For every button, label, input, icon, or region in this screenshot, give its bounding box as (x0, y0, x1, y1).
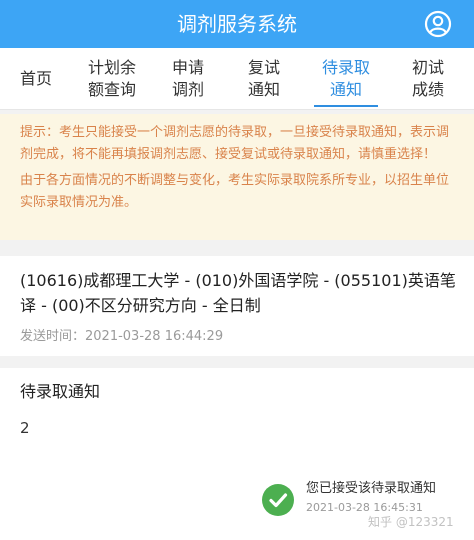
tab-label: 调剂 (171, 80, 204, 99)
tab-label: 通知 (247, 80, 280, 99)
nav-tabs: 首页 计划余 额查询 申请 调剂 复试 通知 待录取 通知 初试 成绩 (0, 48, 474, 110)
tab-label: 成绩 (411, 80, 444, 99)
tab-label: 通知 (329, 80, 362, 99)
tab-home[interactable]: 首页 (0, 48, 72, 110)
tab-apply-adjustment[interactable]: 申请 调剂 (152, 48, 224, 110)
check-circle-icon (262, 484, 294, 516)
notice-text: 由于各方面情况的不断调整与变化，考生实际录取院系所专业，以招生单位实际录取情况为… (20, 173, 450, 210)
message-card[interactable]: (10616)成都理工大学 - (010)外国语学院 - (055101)英语笔… (0, 256, 474, 356)
message-sent-time: 发送时间：2021-03-28 16:44:29 (20, 328, 458, 346)
tab-label: 初试 (411, 58, 444, 77)
tab-label: 首页 (19, 69, 52, 88)
app-header: 调剂服务系统 (0, 0, 474, 48)
tab-label: 额查询 (87, 80, 136, 99)
tab-initial-exam-scores[interactable]: 初试 成绩 (392, 48, 464, 110)
user-circle-icon[interactable] (424, 10, 452, 38)
tab-pending-admission-notice[interactable]: 待录取 通知 (310, 48, 382, 110)
tab-label: 申请 (171, 58, 204, 77)
tab-plan-remaining-query[interactable]: 计划余 额查询 (76, 48, 148, 110)
notice-panel: 提示：考生只能接受一个调剂志愿的待录取，一旦接受待录取通知，表示调剂完成，将不能… (0, 114, 474, 240)
tab-retest-notice[interactable]: 复试 通知 (228, 48, 300, 110)
detail-value: 2 (20, 419, 30, 437)
watermark: 知乎 @123321 (368, 515, 454, 529)
message-subject: (10616)成都理工大学 - (010)外国语学院 - (055101)英语笔… (20, 271, 456, 315)
sent-time-label: 发送时间： (20, 329, 86, 344)
sent-time-value: 2021-03-28 16:44:29 (85, 329, 224, 344)
app-title: 调剂服务系统 (177, 12, 297, 36)
tab-label: 复试 (247, 58, 280, 77)
notice-text: 提示：考生只能接受一个调剂志愿的待录取，一旦接受待录取通知，表示调剂完成，将不能… (20, 125, 450, 162)
tab-label: 计划余 (87, 58, 136, 77)
detail-title: 待录取通知 (20, 382, 101, 401)
tab-label: 待录取 (321, 58, 370, 77)
status-text: 您已接受该待录取通知 (306, 481, 437, 496)
